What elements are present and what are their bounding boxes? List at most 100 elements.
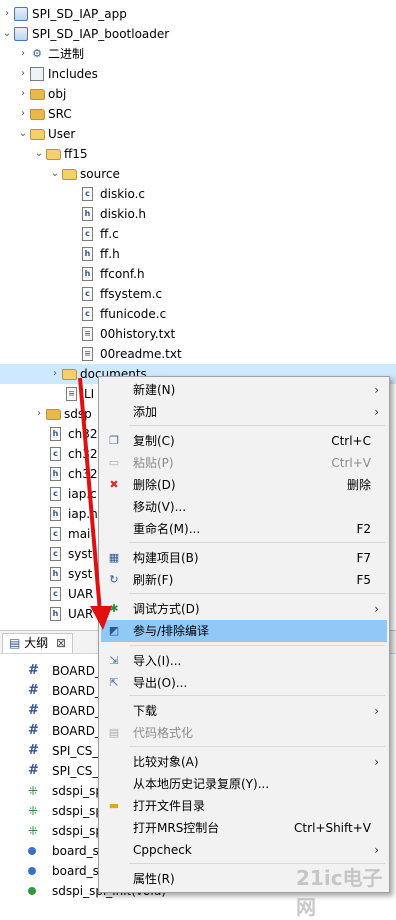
- text-file-icon: ≡: [82, 327, 93, 341]
- menu-item-label: 打开MRS控制台: [133, 821, 220, 835]
- folder-open-icon: [30, 129, 45, 140]
- tree-item[interactable]: › ⚙ 二进制: [0, 44, 396, 64]
- menu-item[interactable]: 比较对象(A) ›: [101, 751, 387, 773]
- menu-item-label: 下载: [133, 704, 158, 718]
- tree-item-label: SRC: [48, 107, 72, 121]
- menu-item[interactable]: ◩ 参与/排除编译: [101, 620, 387, 642]
- chevron-down-icon[interactable]: ⌄: [50, 164, 60, 184]
- tree-item[interactable]: ⌄ source: [0, 164, 396, 184]
- tree-item[interactable]: c ff.c: [0, 224, 396, 244]
- tree-item-label: SPI_SD_IAP_bootloader: [32, 27, 170, 41]
- menu-item[interactable]: ✖ 删除(D) 删除: [101, 474, 387, 496]
- menu-item-label: 移动(V)...: [133, 500, 187, 514]
- menu-item[interactable]: 打开MRS控制台 Ctrl+Shift+V: [101, 817, 387, 839]
- export-icon: ⇱: [109, 676, 119, 689]
- menu-separator: [129, 542, 385, 543]
- define-icon: #: [28, 723, 39, 738]
- static-function-icon: [28, 847, 36, 855]
- h-file-icon: h: [82, 267, 93, 281]
- tree-item[interactable]: ≡ 00history.txt: [0, 324, 396, 344]
- chevron-right-icon[interactable]: ›: [18, 84, 28, 104]
- menu-item-label: 参与/排除编译: [133, 624, 210, 638]
- menu-item-label: 导入(I)...: [133, 654, 182, 668]
- text-file-icon: ≡: [66, 387, 77, 401]
- chevron-right-icon[interactable]: ›: [18, 64, 28, 84]
- open-folder-icon: ▬: [108, 799, 120, 812]
- tree-item[interactable]: h diskio.h: [0, 204, 396, 224]
- chevron-right-icon[interactable]: ›: [2, 4, 12, 24]
- includes-icon: [30, 67, 44, 81]
- chevron-right-icon[interactable]: ›: [50, 364, 60, 384]
- chevron-down-icon[interactable]: ⌄: [2, 24, 12, 44]
- define-icon: #: [28, 663, 39, 678]
- menu-item[interactable]: ⇲ 导入(I)...: [101, 650, 387, 672]
- tree-item-label: 00history.txt: [100, 327, 176, 341]
- tree-item[interactable]: ≡ 00readme.txt: [0, 344, 396, 364]
- tree-item-label: diskio.c: [100, 187, 146, 201]
- menu-item[interactable]: 下载 ›: [101, 700, 387, 722]
- tree-item-label: ff.c: [100, 227, 119, 241]
- menu-item[interactable]: Cppcheck ›: [101, 839, 387, 861]
- chevron-down-icon[interactable]: ⌄: [34, 144, 44, 164]
- menu-item[interactable]: 重命名(M)... F2: [101, 518, 387, 540]
- close-icon[interactable]: ⊠: [56, 636, 66, 650]
- binaries-icon: ⚙: [32, 47, 42, 60]
- tree-item[interactable]: ⌄ User: [0, 124, 396, 144]
- menu-item[interactable]: 移动(V)...: [101, 496, 387, 518]
- tree-item[interactable]: h ffconf.h: [0, 264, 396, 284]
- refresh-icon: ↻: [109, 573, 119, 586]
- tree-item[interactable]: ⌄ SPI_SD_IAP_bootloader: [0, 24, 396, 44]
- menu-item[interactable]: 从本地历史记录复原(Y)...: [101, 773, 387, 795]
- define-icon: #: [28, 763, 39, 778]
- c-file-icon: c: [50, 447, 61, 461]
- menu-item[interactable]: 添加 ›: [101, 401, 387, 423]
- tree-item-label: ff15: [64, 147, 88, 161]
- outline-tab[interactable]: ▤ 大纲 ⊠: [2, 633, 74, 653]
- tree-item-label: mai: [68, 527, 91, 541]
- tree-item[interactable]: c ffunicode.c: [0, 304, 396, 324]
- menu-separator: [129, 425, 385, 426]
- menu-item[interactable]: ↻ 刷新(F) F5: [101, 569, 387, 591]
- menu-item[interactable]: ❐ 复制(C) Ctrl+C: [101, 430, 387, 452]
- menu-item-label: 新建(N): [133, 383, 176, 397]
- function-icon: [28, 867, 36, 875]
- menu-item[interactable]: ⇱ 导出(O)...: [101, 672, 387, 694]
- tree-item[interactable]: ⌄ ff15: [0, 144, 396, 164]
- chevron-down-icon[interactable]: ⌄: [18, 124, 28, 144]
- tree-item[interactable]: c diskio.c: [0, 184, 396, 204]
- menu-item[interactable]: ✱ 调试方式(D) ›: [101, 598, 387, 620]
- folder-icon: [30, 89, 45, 100]
- menu-item-label: 删除(D): [133, 478, 176, 492]
- define-icon: #: [28, 683, 39, 698]
- tree-item-label: 00readme.txt: [100, 347, 182, 361]
- outline-item-label: BOARD_: [52, 664, 102, 678]
- menu-item[interactable]: ▦ 构建项目(B) F7: [101, 547, 387, 569]
- chevron-right-icon[interactable]: ›: [34, 404, 44, 424]
- h-file-icon: h: [50, 467, 61, 481]
- tree-item[interactable]: › Includes: [0, 64, 396, 84]
- tree-item[interactable]: c ffsystem.c: [0, 284, 396, 304]
- tree-item[interactable]: › SPI_SD_IAP_app: [0, 4, 396, 24]
- tree-item[interactable]: › obj: [0, 84, 396, 104]
- c-file-icon: c: [50, 587, 61, 601]
- chevron-right-icon[interactable]: ›: [18, 44, 28, 64]
- menu-item[interactable]: 新建(N) ›: [101, 379, 387, 401]
- delete-icon: ✖: [109, 478, 119, 491]
- menu-item: ▭ 粘贴(P) Ctrl+V: [101, 452, 387, 474]
- menu-separator: [129, 593, 385, 594]
- menu-item-shortcut: Ctrl+V: [331, 456, 371, 470]
- outline-item-label: BOARD_: [52, 704, 102, 718]
- menu-item-shortcut: Ctrl+C: [331, 434, 371, 448]
- tree-item-label: UAR: [68, 587, 94, 601]
- chevron-right-icon[interactable]: ›: [18, 104, 28, 124]
- h-file-icon: h: [50, 567, 61, 581]
- tree-item[interactable]: › SRC: [0, 104, 396, 124]
- define-icon: #: [28, 703, 39, 718]
- folder-icon: [30, 109, 45, 120]
- paste-icon: ▭: [108, 456, 120, 469]
- h-file-icon: h: [50, 427, 61, 441]
- folder-icon: [46, 409, 61, 420]
- tree-item[interactable]: h ff.h: [0, 244, 396, 264]
- menu-item[interactable]: ▬ 打开文件目录: [101, 795, 387, 817]
- h-file-icon: h: [82, 207, 93, 221]
